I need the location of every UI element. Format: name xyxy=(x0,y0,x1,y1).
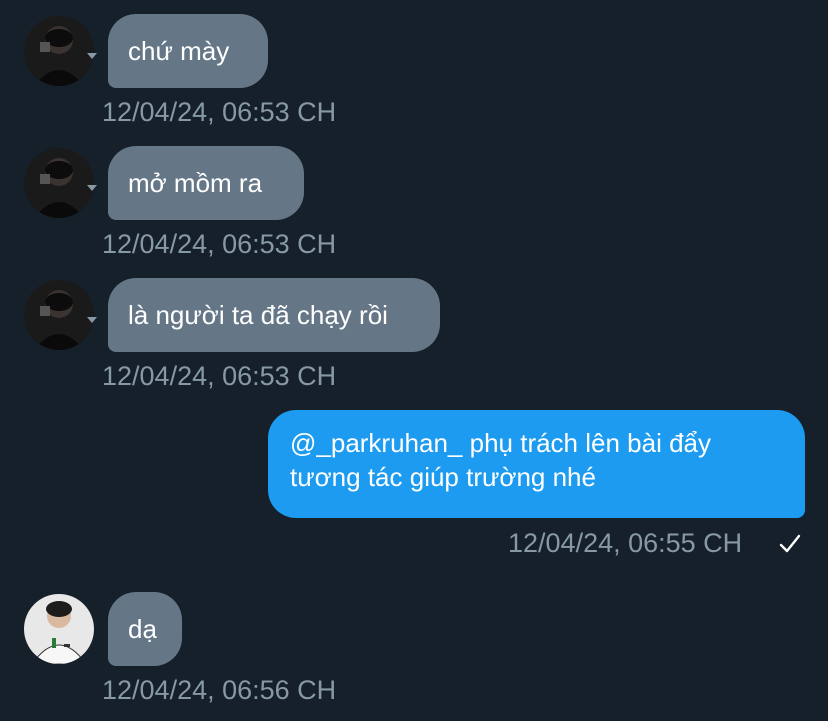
chevron-down-icon[interactable] xyxy=(87,53,97,59)
message-timestamp: 12/04/24, 06:55 CH xyxy=(508,528,743,558)
message-bubble[interactable]: @_parkruhan_ phụ trách lên bài đẩy tương… xyxy=(268,410,805,518)
checkmark-icon xyxy=(779,534,801,553)
chevron-down-icon[interactable] xyxy=(87,317,97,323)
avatar[interactable] xyxy=(24,280,94,350)
message-text-line: @_parkruhan_ phụ trách lên bài đẩy xyxy=(290,428,712,458)
message-timestamp: 12/04/24, 06:53 CH xyxy=(102,97,337,127)
message-bubble[interactable]: mở mồm ra xyxy=(108,146,304,220)
avatar[interactable] xyxy=(24,148,94,218)
avatar[interactable] xyxy=(24,594,94,664)
message-bubble[interactable]: chứ mày xyxy=(108,14,268,88)
message-bubble[interactable]: dạ xyxy=(108,592,182,666)
avatar[interactable] xyxy=(24,16,94,86)
message-timestamp: 12/04/24, 06:53 CH xyxy=(102,361,337,391)
message-timestamp: 12/04/24, 06:56 CH xyxy=(102,675,337,705)
message-bubble[interactable]: là người ta đã chạy rồi xyxy=(108,278,440,352)
message-timestamp: 12/04/24, 06:53 CH xyxy=(102,229,337,259)
chevron-down-icon[interactable] xyxy=(87,185,97,191)
message-text-line: tương tác giúp trường nhé xyxy=(290,462,596,492)
chat-thread: chứ mày 12/04/24, 06:53 CH mở mồm ra 12/… xyxy=(0,0,828,721)
